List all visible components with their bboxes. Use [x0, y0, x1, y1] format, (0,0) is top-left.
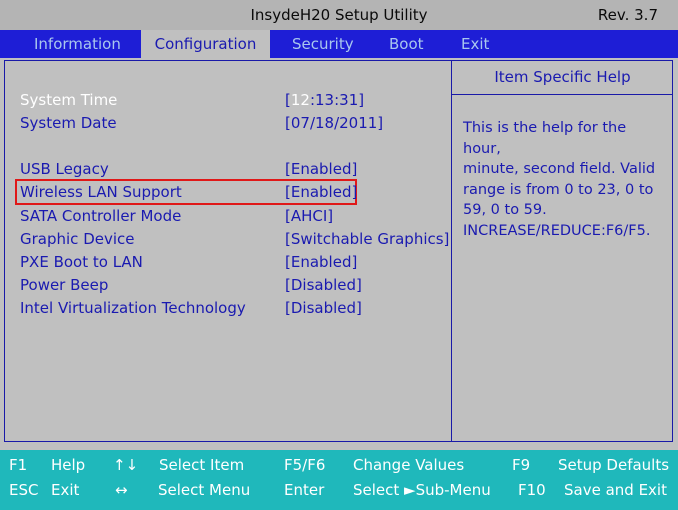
left-right-arrows-icon: ↔ [115, 481, 128, 499]
key-f10: F10 [518, 481, 546, 499]
help-line: 59, 0 to 59. [463, 202, 547, 218]
change-values-action[interactable]: Change Values [353, 456, 464, 474]
help-action[interactable]: Help [51, 456, 85, 474]
system-time-label[interactable]: System Time [20, 91, 117, 109]
exit-action[interactable]: Exit [51, 481, 79, 499]
help-line: INCREASE/REDUCE:F6/F5. [463, 222, 651, 239]
tab-information[interactable]: Information [20, 30, 135, 58]
help-line: This is the help for the hour, [463, 120, 627, 157]
key-esc: ESC [9, 481, 39, 499]
revision-label: Rev. 3.7 [597, 6, 658, 24]
help-panel-text: This is the help for the hour, minute, s… [463, 118, 668, 241]
save-and-exit-action[interactable]: Save and Exit [564, 481, 667, 499]
panel-divider [451, 60, 452, 442]
power-beep-label[interactable]: Power Beep [20, 276, 108, 294]
system-time-hour-field[interactable]: 12 [291, 91, 310, 109]
pxe-boot-value[interactable]: [Enabled] [285, 253, 357, 271]
select-submenu-action[interactable]: Select ►Sub-Menu [353, 481, 491, 499]
select-item-action[interactable]: Select Item [159, 456, 244, 474]
key-enter: Enter [284, 481, 325, 499]
select-menu-action[interactable]: Select Menu [158, 481, 250, 499]
key-f1: F1 [9, 456, 28, 474]
usb-legacy-value[interactable]: [Enabled] [285, 160, 357, 178]
power-beep-value[interactable]: [Disabled] [285, 276, 362, 294]
up-down-arrows-icon: ↑↓ [113, 456, 139, 474]
sata-mode-value[interactable]: [AHCI] [285, 207, 333, 225]
help-line: minute, second field. Valid [463, 161, 656, 177]
tab-exit[interactable]: Exit [447, 30, 503, 58]
status-bar: F1 Help ↑↓ Select Item F5/F6 Change Valu… [0, 450, 678, 510]
help-title-divider [451, 94, 673, 95]
sata-mode-label[interactable]: SATA Controller Mode [20, 207, 181, 225]
tab-security[interactable]: Security [278, 30, 368, 58]
system-time-value[interactable]: [12:13:31] [285, 91, 364, 109]
pxe-boot-label[interactable]: PXE Boot to LAN [20, 253, 143, 271]
intel-vt-label[interactable]: Intel Virtualization Technology [20, 299, 246, 317]
setup-defaults-action[interactable]: Setup Defaults [558, 456, 669, 474]
title-bar: InsydeH20 Setup Utility Rev. 3.7 [0, 0, 678, 30]
system-date-label[interactable]: System Date [20, 114, 117, 132]
intel-vt-value[interactable]: [Disabled] [285, 299, 362, 317]
wireless-lan-label[interactable]: Wireless LAN Support [20, 183, 182, 201]
key-f5-f6: F5/F6 [284, 456, 326, 474]
tab-configuration[interactable]: Configuration [141, 30, 270, 58]
key-f9: F9 [512, 456, 531, 474]
tab-boot[interactable]: Boot [375, 30, 438, 58]
system-time-min-sec: :13:31] [309, 91, 365, 109]
usb-legacy-label[interactable]: USB Legacy [20, 160, 109, 178]
app-title: InsydeH20 Setup Utility [250, 6, 428, 24]
help-line: range is from 0 to 23, 0 to [463, 181, 654, 198]
graphic-device-label[interactable]: Graphic Device [20, 230, 135, 248]
menu-bar: Information Configuration Security Boot … [0, 30, 678, 58]
main-panel: System Time [12:13:31] System Date [07/1… [0, 58, 678, 450]
help-panel-title: Item Specific Help [494, 68, 631, 86]
system-date-value[interactable]: [07/18/2011] [285, 114, 383, 132]
wireless-lan-value[interactable]: [Enabled] [285, 183, 357, 201]
graphic-device-value[interactable]: [Switchable Graphics] [285, 230, 449, 248]
